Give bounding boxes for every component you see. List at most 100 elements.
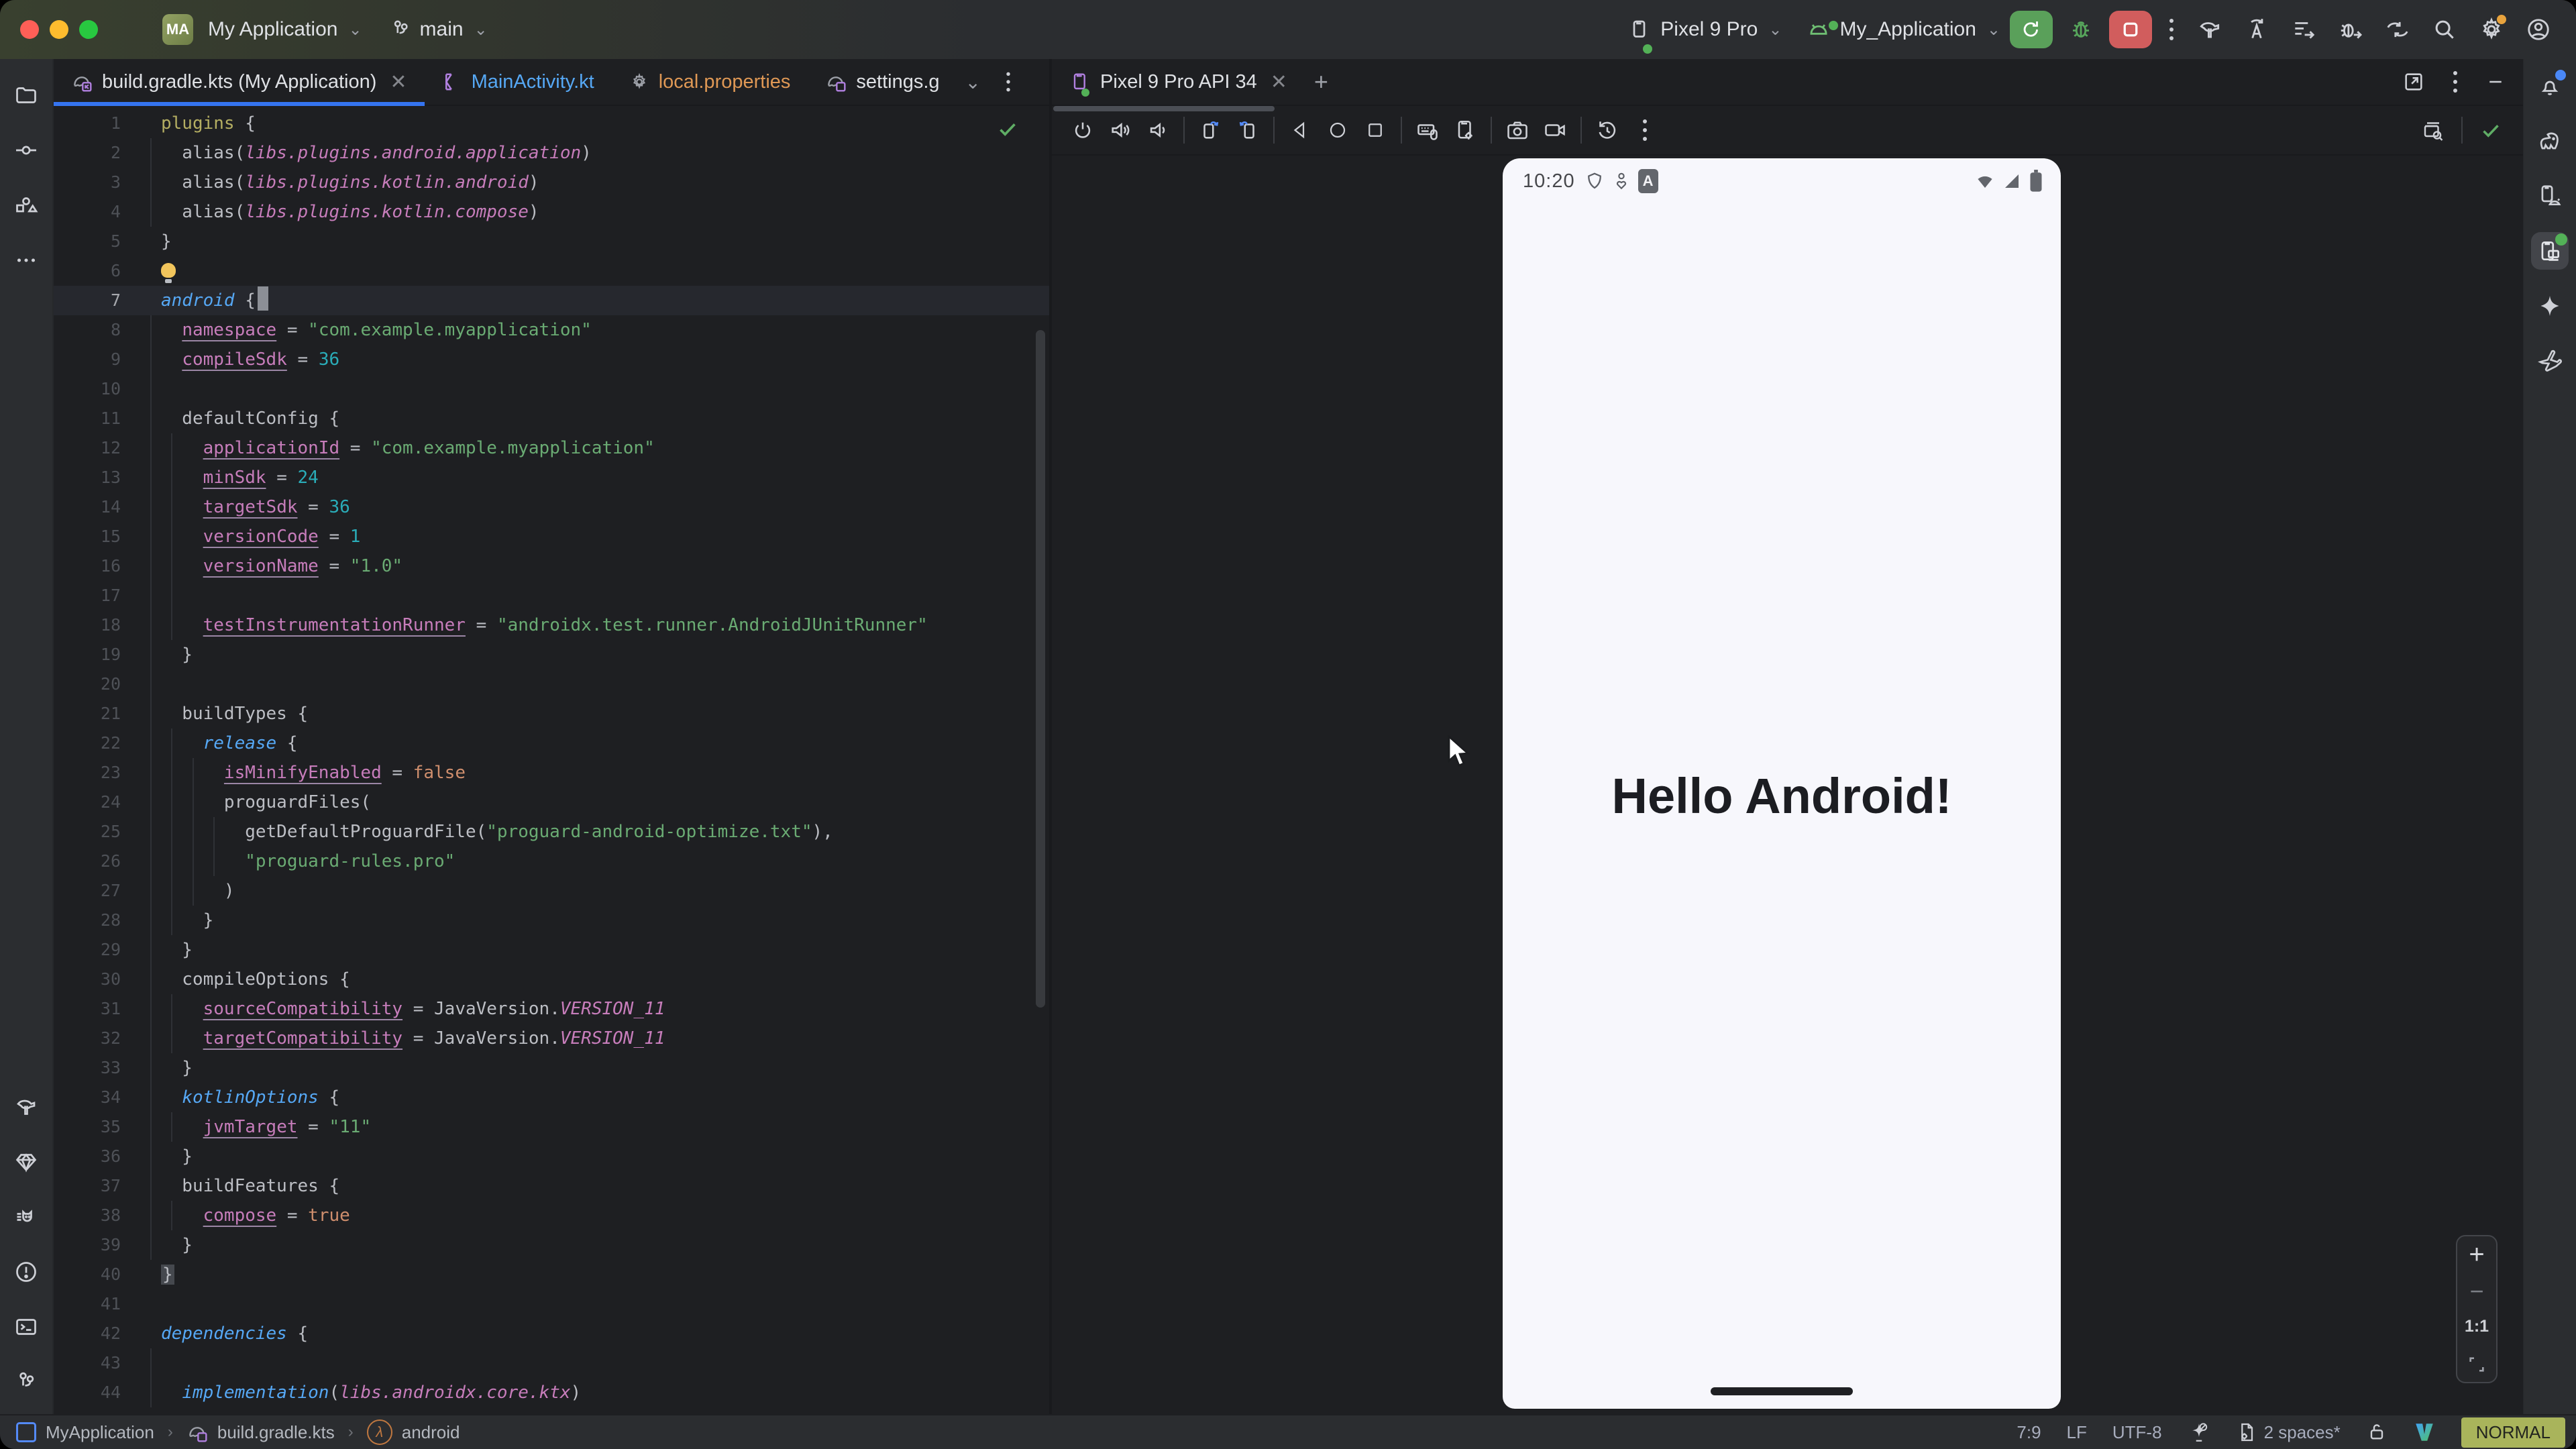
- code-line[interactable]: 44 implementation(libs.androidx.core.ktx…: [54, 1378, 1049, 1407]
- code-line[interactable]: 25 getDefaultProguardFile("proguard-andr…: [54, 817, 1049, 847]
- apply-code-changes-button[interactable]: [2238, 11, 2275, 48]
- code-line[interactable]: 13 minSdk = 24: [54, 463, 1049, 492]
- tool-profiler-button[interactable]: [7, 1143, 45, 1181]
- tool-device-manager-button[interactable]: [2531, 177, 2569, 215]
- debug-button[interactable]: [2062, 11, 2100, 48]
- code-line[interactable]: 3 alias(libs.plugins.kotlin.android): [54, 168, 1049, 197]
- tab-options-kebab[interactable]: [1000, 72, 1018, 92]
- code-line[interactable]: 40}: [54, 1260, 1049, 1289]
- screenshot-button[interactable]: [1499, 113, 1536, 148]
- android-home-button[interactable]: [1319, 113, 1356, 148]
- gesture-pill[interactable]: [1711, 1387, 1853, 1395]
- stop-button[interactable]: [2109, 11, 2152, 48]
- zoom-out-button[interactable]: −: [2469, 1283, 2483, 1299]
- more-run-actions-kebab[interactable]: [2161, 19, 2182, 40]
- code-line[interactable]: 18 testInstrumentationRunner = "androidx…: [54, 610, 1049, 640]
- unlock-icon[interactable]: [2366, 1421, 2387, 1443]
- tool-notifications-button[interactable]: [2531, 67, 2569, 105]
- build-button[interactable]: [2191, 11, 2229, 48]
- code-line[interactable]: 19 }: [54, 640, 1049, 669]
- code-line[interactable]: 7android {: [54, 286, 1049, 315]
- hidden-tabs-chevron-icon[interactable]: ⌄: [965, 71, 981, 93]
- profiler-button[interactable]: [2285, 11, 2322, 48]
- code-line[interactable]: 33 }: [54, 1053, 1049, 1083]
- code-line[interactable]: 8 namespace = "com.example.myapplication…: [54, 315, 1049, 345]
- android-back-button[interactable]: [1281, 113, 1319, 148]
- breadcrumb-project[interactable]: MyApplication: [46, 1422, 154, 1443]
- code-line[interactable]: 20: [54, 669, 1049, 699]
- tab-mainactivity[interactable]: MainActivity.kt: [425, 59, 612, 105]
- breadcrumb-element[interactable]: android: [402, 1422, 460, 1443]
- device-screen[interactable]: 10:20 A: [1503, 158, 2061, 1409]
- device-more-kebab[interactable]: [1626, 113, 1664, 148]
- breadcrumb[interactable]: MyApplication › build.gradle.kts › λ and…: [16, 1419, 460, 1445]
- account-button[interactable]: [2520, 11, 2557, 48]
- code-line[interactable]: 21 buildTypes {: [54, 699, 1049, 729]
- code-line[interactable]: 22 release {: [54, 729, 1049, 758]
- hardware-input-button[interactable]: [1409, 113, 1446, 148]
- zoom-window-button[interactable]: [79, 20, 98, 39]
- settings-button[interactable]: [2473, 11, 2510, 48]
- reset-button[interactable]: [1589, 113, 1626, 148]
- new-device-tab-button[interactable]: +: [1305, 59, 1338, 105]
- ui-check-icon[interactable]: [2421, 118, 2445, 142]
- toolbar-scrollbar[interactable]: [1053, 106, 1275, 111]
- code-line[interactable]: 1plugins {: [54, 109, 1049, 138]
- volume-up-button[interactable]: [1102, 113, 1139, 148]
- code-line[interactable]: 39 }: [54, 1230, 1049, 1260]
- code-editor[interactable]: 1plugins {2 alias(libs.plugins.android.a…: [54, 106, 1049, 1414]
- sync-project-button[interactable]: [2379, 11, 2416, 48]
- run-configuration-selector[interactable]: My_Application ⌄: [1806, 17, 2000, 42]
- tool-logcat-button[interactable]: [7, 1198, 45, 1236]
- tool-gemini-button[interactable]: [2531, 287, 2569, 325]
- code-line[interactable]: 2 alias(libs.plugins.android.application…: [54, 138, 1049, 168]
- code-line[interactable]: 16 versionName = "1.0": [54, 551, 1049, 581]
- breadcrumb-file[interactable]: build.gradle.kts: [217, 1422, 335, 1443]
- code-line[interactable]: 6: [54, 256, 1049, 286]
- open-in-new-window-icon[interactable]: [2402, 70, 2425, 93]
- code-line[interactable]: 14 targetSdk = 36: [54, 492, 1049, 522]
- code-line[interactable]: 5}: [54, 227, 1049, 256]
- rotate-left-button[interactable]: [1191, 113, 1229, 148]
- encoding-widget[interactable]: UTF-8: [2112, 1422, 2162, 1443]
- tool-problems-button[interactable]: [7, 1253, 45, 1291]
- cursor-position-widget[interactable]: 7:9: [2017, 1422, 2041, 1443]
- code-line[interactable]: 38 compose = true: [54, 1201, 1049, 1230]
- tool-gradle-button[interactable]: [2531, 122, 2569, 160]
- code-line[interactable]: 36 }: [54, 1142, 1049, 1171]
- code-line[interactable]: 42dependencies {: [54, 1319, 1049, 1348]
- code-line[interactable]: 26 "proguard-rules.pro": [54, 847, 1049, 876]
- intention-bulb-icon[interactable]: [161, 263, 176, 278]
- tab-build-gradle[interactable]: build.gradle.kts (My Application) ✕: [54, 59, 425, 105]
- power-button[interactable]: [1064, 113, 1102, 148]
- android-overview-button[interactable]: [1356, 113, 1394, 148]
- code-line[interactable]: 37 buildFeatures {: [54, 1171, 1049, 1201]
- close-tab-icon[interactable]: ✕: [1271, 70, 1287, 94]
- tab-device[interactable]: Pixel 9 Pro API 34 ✕: [1052, 59, 1305, 105]
- spark-off-icon[interactable]: [2188, 1421, 2210, 1444]
- code-line[interactable]: 43: [54, 1348, 1049, 1378]
- code-line[interactable]: 32 targetCompatibility = JavaVersion.VER…: [54, 1024, 1049, 1053]
- code-line[interactable]: 35 jvmTarget = "11": [54, 1112, 1049, 1142]
- screen-record-button[interactable]: [1536, 113, 1574, 148]
- code-line[interactable]: 24 proguardFiles(: [54, 788, 1049, 817]
- tool-version-control-button[interactable]: [7, 1363, 45, 1401]
- code-line[interactable]: 4 alias(libs.plugins.kotlin.compose): [54, 197, 1049, 227]
- volume-down-button[interactable]: [1139, 113, 1177, 148]
- rotate-right-button[interactable]: [1229, 113, 1267, 148]
- ideavim-icon[interactable]: [2413, 1421, 2436, 1444]
- zoom-actual-size-button[interactable]: 1:1: [2465, 1317, 2489, 1336]
- device-selector[interactable]: Pixel 9 Pro ⌄: [1628, 17, 1782, 42]
- attach-debugger-button[interactable]: [2332, 11, 2369, 48]
- panel-options-kebab[interactable]: [2445, 71, 2465, 93]
- tab-settings-gradle[interactable]: settings.g: [808, 59, 957, 105]
- vim-mode-badge[interactable]: NORMAL: [2461, 1417, 2565, 1448]
- tab-local-properties[interactable]: local.properties: [612, 59, 808, 105]
- close-tab-icon[interactable]: ✕: [390, 70, 407, 94]
- tool-structure-button[interactable]: [7, 186, 45, 224]
- code-line[interactable]: 9 compileSdk = 36: [54, 345, 1049, 374]
- tool-journeys-button[interactable]: [2531, 342, 2569, 380]
- hide-panel-icon[interactable]: [2485, 72, 2506, 92]
- code-line[interactable]: 17: [54, 581, 1049, 610]
- code-line[interactable]: 27 ): [54, 876, 1049, 906]
